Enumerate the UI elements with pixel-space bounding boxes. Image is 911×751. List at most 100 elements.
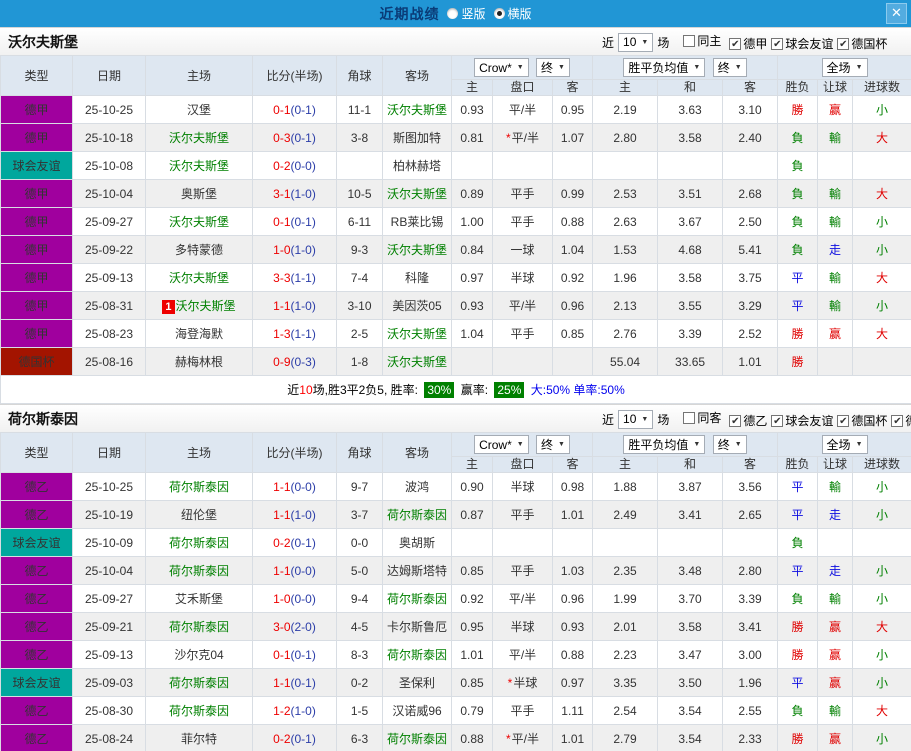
filter-checkbox-同客[interactable]: 同客 (683, 409, 721, 426)
fulltime-select[interactable]: 全场 ▼ (821, 58, 868, 77)
away-team-name: 汉诺威96 (392, 704, 442, 718)
score-cell: 1-2(1-0) (252, 696, 337, 725)
odds-away-cell: 0.85 (551, 319, 594, 348)
match-row: 德乙 25-10-25 荷尔斯泰因 1-1(0-0) 9-7 波鸿 0.90 半球 0.98 1.… (0, 472, 911, 501)
odds-company-select[interactable]: Crow* ▼ (474, 435, 529, 455)
winlose-result-cell: 負 (777, 151, 819, 180)
halftime-score: (0-1) (290, 214, 316, 229)
avg-type-select[interactable]: 胜平负均值 ▼ (623, 435, 706, 454)
home-team-name: 沃尔夫斯堡 (168, 159, 229, 173)
fulltime-score: 0-3 (273, 130, 291, 145)
handicap-cell: 平手 (492, 696, 553, 725)
filter-checkbox-球会友谊[interactable]: ✔ 球会友谊 (771, 35, 833, 52)
filter-checkbox-球会友谊[interactable]: ✔ 球会友谊 (771, 412, 833, 429)
home-team-name: 汉堡 (186, 103, 211, 117)
col-header-corner: 角球 (336, 432, 383, 473)
odds-away-cell: 1.01 (551, 500, 594, 529)
fulltime-score: 1-1 (273, 675, 291, 690)
goals-result-cell: 大 (852, 319, 911, 348)
avg-final-select[interactable]: 终 ▼ (712, 58, 747, 77)
avg-draw-cell (657, 528, 724, 557)
away-team-cell: 荷尔斯泰因 (382, 500, 452, 529)
odds-home-cell: 0.85 (451, 668, 493, 697)
layout-radio-horizontal[interactable] (493, 7, 505, 19)
odds-home-cell: 0.97 (451, 263, 493, 292)
avg-away-cell: 3.75 (722, 263, 779, 292)
match-type-cell: 德甲 (0, 95, 73, 124)
avg-final-select[interactable]: 终 ▼ (712, 435, 747, 454)
match-row: 德乙 25-10-04 荷尔斯泰因 1-1(0-0) 5-0 达姆斯塔特 0.85 平手 1.0… (0, 556, 911, 585)
fulltime-score: 0-1 (273, 647, 291, 662)
handicap-cell (492, 151, 553, 180)
away-team-name: RB莱比锡 (390, 215, 444, 229)
fulltime-score: 1-1 (273, 507, 291, 522)
match-row: 德甲 25-09-27 沃尔夫斯堡 0-1(0-1) 6-11 RB莱比锡 1.00 平手 0.… (0, 207, 911, 236)
fulltime-score: 3-1 (273, 186, 291, 201)
home-team-cell: 纽伦堡 (145, 500, 253, 529)
handicap-cell: 平手 (492, 500, 553, 529)
match-date-cell: 25-09-21 (72, 612, 146, 641)
odds-company-select[interactable]: Crow* ▼ (474, 58, 529, 78)
close-icon[interactable]: ✕ (886, 3, 907, 24)
fulltime-score: 1-3 (273, 326, 291, 341)
home-team-cell: 多特蒙德 (145, 235, 253, 264)
layout-radio-label: 竖版 (461, 6, 486, 21)
odds-final-select[interactable]: 终 ▼ (536, 57, 570, 77)
filter-checkbox-德甲[interactable]: ✔德甲 (729, 35, 767, 52)
layout-radio-vertical[interactable] (447, 7, 459, 19)
match-count-select[interactable]: 10 ▼ (618, 409, 654, 429)
fulltime-score: 0-1 (273, 214, 291, 229)
avg-away-cell: 2.40 (722, 123, 779, 152)
away-team-cell: 汉诺威96 (382, 696, 452, 725)
home-team-cell: 汉堡 (145, 95, 253, 124)
handicap-cell: 平手 (492, 179, 553, 208)
corner-cell: 9-3 (336, 235, 383, 264)
summary-part: 场,胜3平2负5, 胜率: (312, 383, 422, 397)
handicap-cell: 一球 (492, 235, 553, 264)
corner-cell: 0-0 (336, 528, 383, 557)
odds-away-cell: 0.96 (551, 291, 594, 320)
away-team-cell: 圣保利 (382, 668, 452, 697)
avg-draw-cell: 3.47 (657, 640, 724, 669)
handicap-cell: *半球 (492, 668, 553, 697)
halftime-score: (0-0) (290, 479, 316, 494)
chevron-down-icon: ▼ (855, 441, 863, 448)
odds-home-cell (451, 347, 493, 376)
fulltime-score: 1-0 (273, 242, 291, 257)
score-cell: 1-1(1-0) (252, 291, 337, 320)
avg-home-cell (592, 151, 659, 180)
odds-away-cell: 0.92 (551, 263, 594, 292)
match-row: 德甲 25-09-22 多特蒙德 1-0(1-0) 9-3 沃尔夫斯堡 0.84 一球 1.04… (0, 235, 911, 264)
filter-checkbox-德国杯[interactable]: ✔ 德国杯 (837, 35, 887, 52)
corner-cell: 6-11 (336, 207, 383, 236)
section-header: 荷尔斯泰因 近 10▼ 场 同客✔德乙✔球会友谊✔德国杯✔德甲 (0, 404, 911, 432)
filter-checkbox-德国杯[interactable]: ✔ 德国杯 (837, 412, 887, 429)
odds-company-value: Crow* (479, 60, 512, 75)
avg-away-cell: 5.41 (722, 235, 779, 264)
checkbox-checked-icon: ✔ (891, 414, 904, 427)
sub-header: 客 (722, 456, 779, 473)
odds-home-cell: 0.84 (451, 235, 493, 264)
matches-unit-label: 场 (657, 412, 670, 427)
handicap-result-cell: 輸 (817, 207, 854, 236)
filter-checkbox-同主[interactable]: 同主 (683, 32, 721, 49)
chevron-down-icon: ▼ (855, 64, 863, 71)
home-team-name: 荷尔斯泰因 (168, 564, 229, 578)
match-row: 球会友谊 25-09-03 荷尔斯泰因 1-1(0-1) 0-2 圣保利 0.85 *半球 0.… (0, 668, 911, 697)
handicap-result-cell (817, 528, 854, 557)
chevron-down-icon: ▼ (641, 38, 649, 46)
avg-type-select[interactable]: 胜平负均值 ▼ (623, 58, 706, 77)
match-date-cell: 25-09-13 (72, 640, 146, 669)
goals-result-cell: 大 (852, 263, 911, 292)
home-team-name: 荷尔斯泰因 (168, 676, 229, 690)
fulltime-select[interactable]: 全场 ▼ (821, 435, 868, 454)
filter-checkbox-德甲[interactable]: ✔德甲 (891, 412, 911, 429)
handicap-result-cell: 輸 (817, 584, 854, 613)
match-count-select[interactable]: 10 ▼ (618, 32, 654, 52)
matches-table: 类型 日期 主场 比分(半场) 角球 客场 Crow* ▼ 终 ▼ 胜平负均值 ▼ 终… (0, 55, 911, 404)
goals-result-cell: 小 (852, 584, 911, 613)
filter-checkbox-德乙[interactable]: ✔ 德乙 (729, 412, 767, 429)
away-team-name: 达姆斯塔特 (386, 564, 447, 578)
odds-final-select[interactable]: 终 ▼ (536, 434, 570, 454)
goals-result-cell: 小 (852, 95, 911, 124)
